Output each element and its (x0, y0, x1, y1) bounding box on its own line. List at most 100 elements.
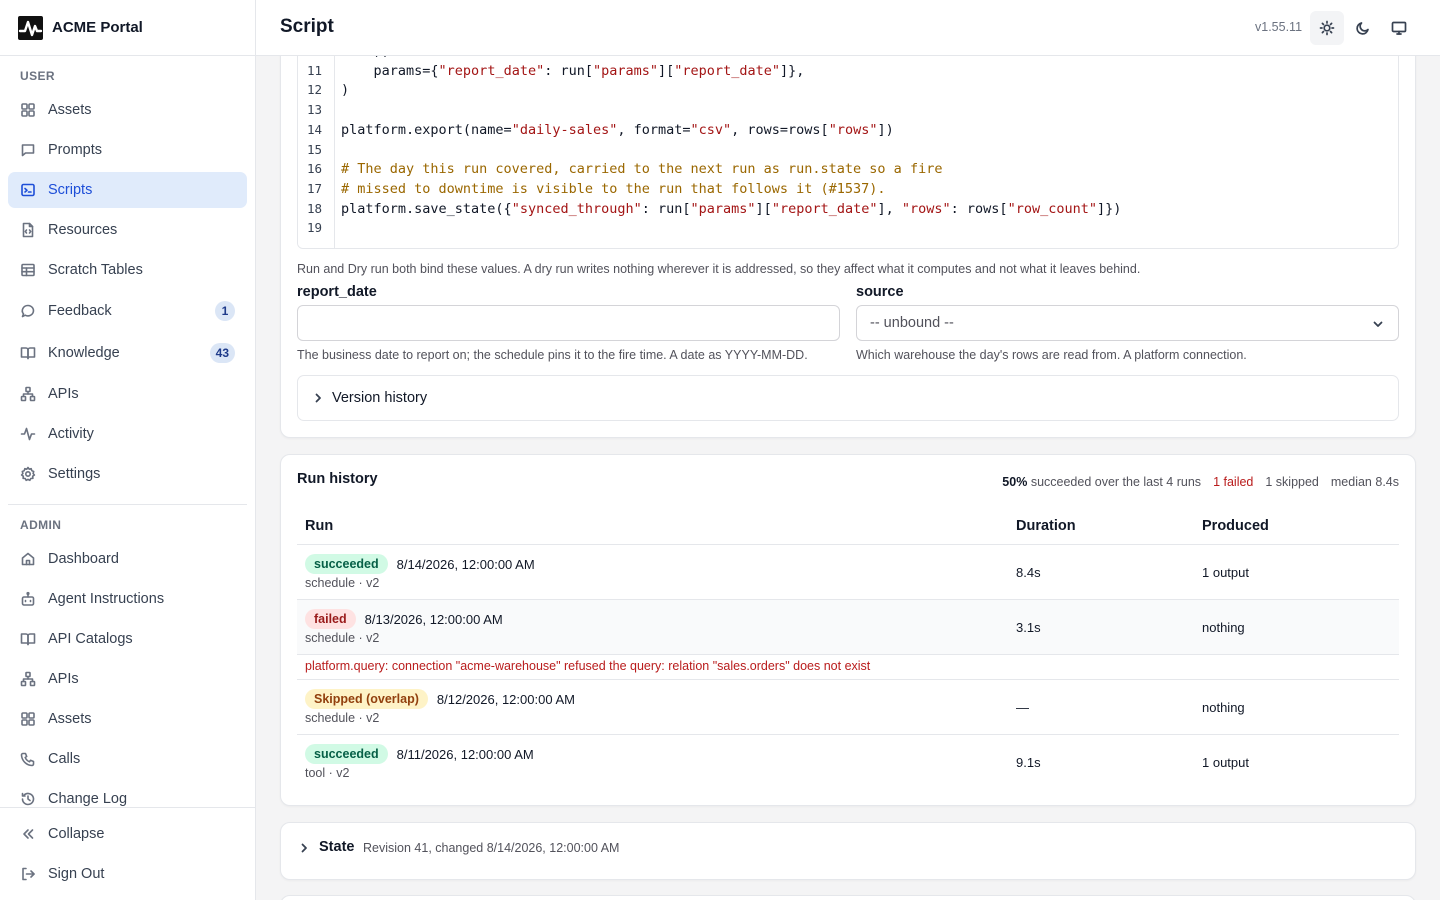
sidebar-item-scripts[interactable]: Scripts (8, 172, 247, 208)
theme-switcher (1310, 11, 1416, 45)
sidebar-item-settings[interactable]: Settings (8, 456, 247, 492)
run-trigger: schedule · v2 (305, 576, 380, 590)
book-open-icon (20, 633, 36, 646)
chevron-right-icon (301, 843, 307, 853)
run-trigger: schedule · v2 (305, 631, 380, 645)
source-select[interactable]: -- unbound -- (856, 305, 1399, 341)
column-header-produced: Produced (1202, 518, 1269, 534)
chevrons-left-icon (23, 829, 34, 839)
sidebar-item-label: Scripts (48, 182, 93, 198)
sidebar-item-api-catalogs[interactable]: API Catalogs (8, 621, 247, 657)
chevron-right-icon (315, 393, 321, 403)
bot-icon (21, 591, 35, 606)
run-time: 8/11/2026, 12:00:00 AM (396, 746, 534, 762)
activity-icon (20, 427, 36, 441)
run-line: succeeded 8/11/2026, 12:00:00 AM (305, 744, 534, 764)
run-trigger: tool · v2 (305, 766, 350, 780)
source-help: Which warehouse the day's rows are read … (856, 348, 1247, 362)
sidebar-item-calls[interactable]: Calls (8, 741, 247, 777)
run-time: 8/14/2026, 12:00:00 AM (396, 556, 535, 572)
source-select-value: -- unbound -- (870, 315, 954, 331)
version-history-toggle[interactable]: Version history (297, 375, 1399, 421)
run-produced: nothing (1202, 700, 1245, 715)
sidebar-item-label: Change Log (48, 791, 128, 807)
sidebar-footer: Collapse Sign Out (0, 807, 255, 900)
code-line: # The day this run covered, carried to t… (341, 161, 943, 178)
sidebar-item-apis[interactable]: APIs (8, 376, 247, 412)
sign-out-label: Sign Out (48, 866, 105, 882)
light-theme-button[interactable] (1310, 11, 1344, 45)
line-number: 14 (306, 121, 322, 137)
report-date-input[interactable] (297, 305, 840, 341)
state-panel[interactable]: State Revision 41, changed 8/14/2026, 12… (280, 822, 1416, 880)
skipped-count: 1 skipped (1265, 475, 1319, 489)
system-theme-button[interactable] (1382, 11, 1416, 45)
book-open-icon (20, 347, 36, 360)
grid-icon (21, 712, 35, 726)
sidebar-item-activity[interactable]: Activity (8, 416, 247, 452)
success-rate-text: succeeded over the last 4 runs (1030, 475, 1202, 489)
code-line: ) (341, 82, 350, 99)
failed-count: 1 failed (1213, 475, 1254, 489)
sidebar-item-dashboard[interactable]: Dashboard (8, 541, 247, 577)
sign-out-button[interactable]: Sign Out (8, 856, 247, 892)
sidebar-item-feedback[interactable]: Feedback 1 (8, 293, 247, 329)
line-number: 19 (306, 220, 322, 236)
feedback-count-badge: 1 (215, 301, 235, 321)
sidebar-item-assets[interactable]: Assets (8, 92, 247, 128)
sidebar-item-label: Feedback (48, 303, 112, 319)
column-header-run: Run (305, 518, 334, 534)
sidebar-item-admin-assets[interactable]: Assets (8, 701, 247, 737)
history-icon (21, 792, 35, 806)
logo-icon (18, 15, 43, 40)
run-duration: 8.4s (1016, 565, 1041, 580)
code-line: params={"report_date": run["params"]["re… (341, 62, 805, 79)
sun-icon (1319, 20, 1335, 36)
sidebar-item-knowledge[interactable]: Knowledge 43 (8, 335, 247, 371)
app-name: ACME Portal (52, 19, 143, 36)
sidebar-item-label: Dashboard (48, 551, 119, 567)
admin-section-label: ADMIN (20, 518, 62, 532)
column-header-duration: Duration (1016, 518, 1076, 534)
table-row[interactable]: succeeded 8/14/2026, 12:00:00 AM schedul… (297, 544, 1399, 599)
sidebar-item-agent-instructions[interactable]: Agent Instructions (8, 581, 247, 617)
page-title: Script (280, 16, 334, 37)
code-icon (21, 183, 35, 197)
collapse-button[interactable]: Collapse (8, 816, 247, 852)
sidebar-item-label: Agent Instructions (48, 591, 165, 607)
state-label: State (319, 839, 355, 855)
sidebar-item-resources[interactable]: Resources (8, 212, 247, 248)
run-history-card: Run history 50% succeeded over the last … (280, 454, 1416, 806)
top-header: Script v1.55.11 (256, 0, 1440, 56)
brand[interactable]: ACME Portal (0, 0, 255, 56)
line-number: 15 (306, 141, 322, 157)
code-editor[interactable]: 10111213141516171819 ), params={"report_… (297, 44, 1399, 249)
table-row[interactable]: Skipped (overlap) 8/12/2026, 12:00:00 AM… (297, 679, 1399, 734)
error-row: platform.query: connection "acme-warehou… (297, 654, 1399, 679)
sidebar-item-label: Prompts (48, 142, 102, 158)
state-meta: Revision 41, changed 8/14/2026, 12:00:00… (363, 841, 620, 855)
run-line: Skipped (overlap) 8/12/2026, 12:00:00 AM (305, 689, 575, 709)
sidebar-item-scratch-tables[interactable]: Scratch Tables (8, 252, 247, 288)
table-row[interactable]: succeeded 8/11/2026, 12:00:00 AM tool · … (297, 734, 1399, 789)
source-label: source (856, 284, 904, 300)
dark-theme-button[interactable] (1346, 11, 1380, 45)
sidebar-item-prompts[interactable]: Prompts (8, 132, 247, 168)
line-number: 13 (306, 102, 322, 118)
line-number-gutter: 10111213141516171819 (298, 45, 335, 248)
app-version: v1.55.11 (1255, 20, 1303, 34)
gear-icon (20, 466, 36, 482)
success-rate-summary: 50% succeeded over the last 4 runs (1002, 475, 1201, 489)
run-line: succeeded 8/14/2026, 12:00:00 AM (305, 554, 535, 574)
median-duration: median 8.4s (1330, 475, 1399, 489)
next-panel (280, 895, 1416, 900)
sidebar-item-admin-apis[interactable]: APIs (8, 661, 247, 697)
message-circle-icon (21, 304, 35, 318)
run-error-message: platform.query: connection "acme-warehou… (305, 659, 871, 673)
table-row[interactable]: failed 8/13/2026, 12:00:00 AM schedule ·… (297, 599, 1399, 654)
phone-icon (20, 752, 35, 767)
code-line: # missed to downtime is visible to the r… (341, 180, 886, 197)
success-rate: 50% (1002, 475, 1028, 489)
line-number: 16 (306, 161, 322, 177)
sidebar-item-label: Calls (48, 751, 81, 767)
